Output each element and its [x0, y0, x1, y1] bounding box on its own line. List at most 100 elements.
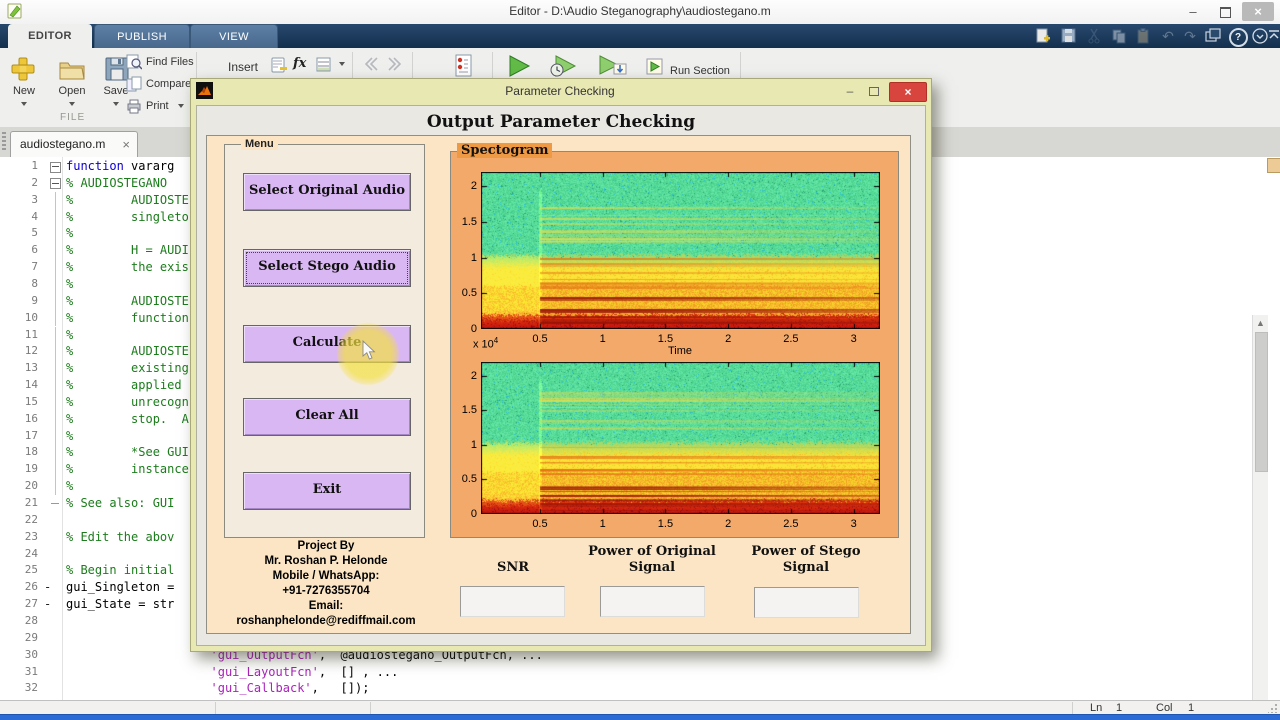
y-tick-label: 0: [470, 508, 477, 520]
new-dropdown-icon[interactable]: [21, 102, 27, 106]
dialog-titlebar[interactable]: Parameter Checking – ×: [191, 79, 929, 103]
credits-line: roshanphelonde@rediffmail.com: [236, 615, 416, 627]
y-tick-label: 1: [470, 438, 477, 451]
copy-icon[interactable]: [1110, 27, 1130, 45]
open-dropdown-icon[interactable]: [69, 102, 75, 106]
y-tick-label: 1.5: [461, 215, 477, 228]
help-icon[interactable]: ?: [1228, 27, 1248, 47]
print-icon: [126, 98, 142, 114]
minimize-button[interactable]: –: [1178, 2, 1208, 21]
line-value: 1: [1116, 702, 1123, 714]
x-tick-label: 2.5: [783, 333, 799, 345]
tab-close-icon[interactable]: ×: [122, 132, 130, 157]
find-files-icon: [126, 54, 142, 70]
print-button[interactable]: Print: [146, 100, 169, 112]
clear-all-button[interactable]: Clear All: [243, 398, 411, 436]
x-tick-label: 3: [850, 518, 857, 530]
dialog-body: Output Parameter Checking Menu Select Or…: [196, 105, 926, 646]
y-tick-label: 0: [470, 323, 477, 335]
insert-label: Insert: [228, 60, 259, 74]
y-tick-label: 1: [470, 251, 477, 264]
document-bar-marker[interactable]: [1267, 158, 1280, 173]
column-value: 1: [1188, 702, 1195, 714]
power-stego-field[interactable]: [754, 587, 859, 618]
dialog-title: Parameter Checking: [505, 84, 615, 98]
power-stego-label: Power of Stego Signal: [751, 544, 861, 575]
run-section-icon[interactable]: [646, 58, 666, 76]
menu-panel: Menu Select Original Audio Select Stego A…: [224, 138, 425, 538]
stego-spectrogram-plot: [481, 362, 880, 514]
tab-editor[interactable]: EDITOR: [8, 24, 92, 48]
open-folder-icon[interactable]: [58, 57, 86, 81]
file-group-label: FILE: [60, 112, 86, 123]
screen: Editor - D:\Audio Steganography\audioste…: [0, 0, 1280, 720]
maximize-button[interactable]: [1210, 2, 1240, 21]
fx-icon[interactable]: fx: [293, 56, 306, 71]
resize-grip[interactable]: [1268, 704, 1277, 713]
run-icon[interactable]: [505, 54, 533, 78]
paste-icon[interactable]: [1134, 27, 1154, 45]
dialog-minimize-button[interactable]: –: [839, 82, 861, 100]
dialog-close-button[interactable]: ×: [889, 82, 927, 102]
insert-doc-icon[interactable]: [270, 56, 288, 74]
credits-line: +91-7276355704: [282, 585, 370, 597]
window-title: Editor - D:\Audio Steganography\audioste…: [509, 4, 771, 18]
y-tick-label: 2: [470, 180, 477, 193]
fold-toggle-icon[interactable]: [50, 161, 61, 173]
section-icon[interactable]: [315, 56, 333, 74]
fold-toggle-icon[interactable]: [50, 178, 61, 190]
x-tick-label: 1.5: [657, 333, 674, 345]
credits-block: Project By Mr. Roshan P. Helonde Mobile / …: [219, 539, 433, 629]
credits-line: Mr. Roshan P. Helonde: [264, 555, 388, 567]
run-advance-icon[interactable]: [596, 54, 630, 78]
undo-icon[interactable]: ↶: [1158, 27, 1178, 45]
redo-icon[interactable]: ↷: [1180, 27, 1200, 45]
x-tick-label: 1: [599, 518, 606, 530]
dialog-heading: Output Parameter Checking: [426, 112, 696, 132]
taskbar-edge: [0, 714, 1280, 720]
editor-tab[interactable]: audiostegano.m ×: [10, 131, 138, 157]
new-script-icon[interactable]: [1034, 27, 1054, 45]
new-button[interactable]: New: [2, 85, 46, 97]
dock-grip[interactable]: [2, 132, 6, 152]
calculate-button[interactable]: Calculate: [243, 325, 411, 363]
tab-view[interactable]: VIEW: [190, 24, 278, 49]
parameter-checking-dialog: Parameter Checking – × Output Parameter …: [190, 78, 932, 652]
select-original-audio-button[interactable]: Select Original Audio: [243, 173, 411, 211]
print-dropdown-icon[interactable]: [178, 104, 184, 108]
close-button[interactable]: ×: [1242, 2, 1274, 21]
breakpoints-icon[interactable]: [452, 54, 474, 78]
y-tick-label: 0.5: [461, 473, 477, 486]
cut-icon[interactable]: [1086, 27, 1106, 45]
save-icon[interactable]: [1060, 27, 1080, 45]
column-label: Col: [1156, 702, 1173, 714]
y-tick-label: 1.5: [461, 404, 477, 417]
scroll-thumb[interactable]: [1254, 332, 1268, 472]
snr-field[interactable]: [460, 586, 565, 617]
exit-button[interactable]: Exit: [243, 472, 411, 510]
editor-scrollbar[interactable]: ▲ ▼: [1252, 315, 1268, 720]
new-plus-icon[interactable]: [10, 56, 36, 82]
indent-right-icon[interactable]: [386, 56, 404, 72]
select-stego-audio-button[interactable]: Select Stego Audio: [243, 249, 411, 287]
indent-left-icon[interactable]: [362, 56, 380, 72]
run-time-icon[interactable]: [548, 54, 580, 78]
open-button[interactable]: Open: [50, 85, 94, 97]
compare-button[interactable]: Compare: [146, 78, 191, 90]
switch-window-icon[interactable]: [1204, 27, 1224, 45]
insert-dropdown-icon[interactable]: [339, 62, 345, 66]
scroll-up-icon[interactable]: ▲: [1253, 316, 1268, 331]
y-tick-label: 0.5: [461, 287, 477, 300]
power-original-field[interactable]: [600, 586, 705, 617]
collapse-icon[interactable]: [1268, 27, 1280, 45]
tab-publish[interactable]: PUBLISH: [94, 24, 190, 49]
x-tick-label: 0.5: [532, 518, 548, 530]
find-files-button[interactable]: Find Files: [146, 56, 194, 68]
dialog-maximize-button[interactable]: [863, 82, 885, 100]
axis-exponent-label: x 104: [473, 336, 499, 351]
spectrogram-panel-label: Spectogram: [457, 143, 553, 158]
credits-line: Project By: [297, 540, 355, 552]
run-section-button[interactable]: Run Section: [670, 65, 730, 77]
save-dropdown-icon[interactable]: [113, 102, 119, 106]
x-tick-label: 3: [850, 333, 857, 345]
